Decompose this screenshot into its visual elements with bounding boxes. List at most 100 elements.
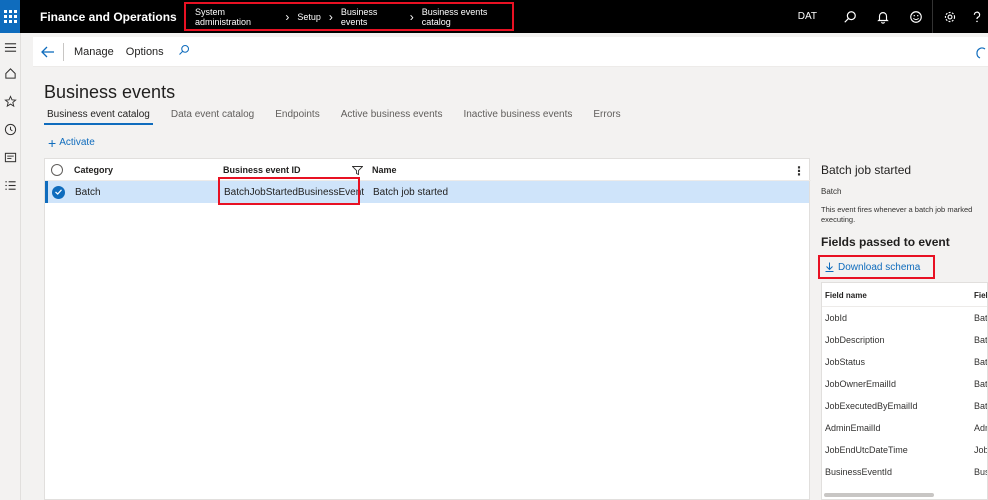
table-row[interactable]: Batch BatchJobStartedBusinessEvent Batch… (45, 177, 809, 205)
event-details-pane: Batch job started Batch This event fires… (812, 158, 988, 500)
options-tab[interactable]: Options (126, 46, 164, 58)
table-row[interactable]: JobId Batc (822, 307, 988, 329)
tab-business-event-catalog[interactable]: Business event catalog (44, 109, 153, 125)
field-name: AdminEmailId (825, 423, 881, 433)
fields-table: Field name Field JobId Batc JobDescriptio… (821, 282, 988, 500)
column-header-name[interactable]: Name (372, 159, 397, 181)
action-pane-divider (63, 42, 64, 61)
action-pane: Manage Options (33, 37, 988, 67)
horizontal-scrollbar[interactable] (824, 493, 934, 497)
breadcrumb-item-business-events[interactable]: Business events (341, 7, 402, 27)
field-name: JobStatus (825, 357, 866, 367)
download-icon (825, 262, 834, 272)
app-launcher-button[interactable] (0, 0, 20, 33)
menu-icon[interactable] (4, 41, 17, 54)
workspaces-icon[interactable] (4, 151, 17, 164)
refresh-button[interactable] (976, 46, 986, 64)
modules-list-icon[interactable] (4, 179, 17, 192)
breadcrumb-item-business-events-catalog[interactable]: Business events catalog (422, 7, 512, 27)
field-type: Adm (974, 423, 987, 433)
bell-icon (876, 11, 889, 24)
fields-heading: Fields passed to event (821, 235, 950, 249)
activate-label: Activate (59, 137, 95, 148)
table-row[interactable]: BusinessEventId Busi (822, 461, 987, 483)
back-button[interactable] (33, 46, 63, 58)
column-header-field-type[interactable]: Field (974, 291, 987, 300)
field-type: Batc (974, 357, 988, 367)
favorites-star-icon[interactable] (4, 95, 17, 108)
help-button[interactable] (966, 0, 988, 33)
table-row[interactable]: AdminEmailId Adm (822, 417, 987, 439)
feedback-button[interactable] (899, 0, 932, 33)
tab-active-business-events[interactable]: Active business events (338, 109, 446, 125)
company-picker[interactable]: DAT (798, 11, 817, 22)
tab-inactive-business-events[interactable]: Inactive business events (460, 109, 575, 125)
table-row[interactable]: JobEndUtcDateTime Job (822, 439, 988, 461)
table-row[interactable]: JobExecutedByEmailId Batc (822, 395, 988, 417)
field-name: BusinessEventId (825, 467, 893, 477)
grid-header: Category Business event ID Name ⋮ (45, 159, 811, 181)
recent-clock-icon[interactable] (4, 123, 17, 136)
fields-table-header: Field name Field (822, 283, 987, 307)
more-options-icon[interactable]: ⋮ (793, 164, 805, 178)
tab-list: Business event catalog Data event catalo… (44, 109, 639, 125)
column-header-field-name[interactable]: Field name (825, 291, 867, 300)
chevron-right-icon: › (409, 9, 414, 24)
help-icon (973, 11, 981, 22)
top-bar: Finance and Operations System administra… (0, 0, 988, 33)
search-button[interactable] (833, 0, 866, 33)
notifications-button[interactable] (866, 0, 899, 33)
search-icon (178, 44, 189, 55)
waffle-icon (3, 10, 17, 23)
tab-endpoints[interactable]: Endpoints (272, 109, 322, 125)
cell-name[interactable]: Batch job started (373, 181, 448, 203)
page-title: Business events (44, 82, 176, 102)
action-search-button[interactable] (178, 43, 190, 61)
tab-errors[interactable]: Errors (590, 109, 623, 125)
download-schema-label: Download schema (838, 261, 921, 273)
smiley-icon (909, 10, 922, 23)
business-events-grid: Category Business event ID Name ⋮ Batch … (44, 158, 811, 500)
details-title: Batch job started (821, 163, 912, 177)
breadcrumb-item-setup[interactable]: Setup (297, 12, 321, 22)
settings-button[interactable] (933, 0, 966, 33)
row-selected-check[interactable] (52, 181, 65, 203)
field-type: Job (974, 445, 988, 455)
field-type: Busi (974, 467, 987, 477)
field-name: JobExecutedByEmailId (825, 401, 918, 411)
home-icon[interactable] (4, 67, 17, 80)
field-type: Batc (974, 313, 988, 323)
field-name: JobDescription (825, 335, 885, 345)
table-row[interactable]: JobOwnerEmailId Batc (822, 373, 988, 395)
highlight-box (218, 177, 360, 205)
breadcrumb: System administration › Setup › Business… (184, 2, 514, 31)
manage-tab[interactable]: Manage (74, 46, 114, 58)
arrow-left-icon (41, 46, 54, 57)
chevron-right-icon: › (328, 9, 333, 24)
field-name: JobId (825, 313, 848, 323)
field-type: Batc (974, 401, 988, 411)
field-name: JobEndUtcDateTime (825, 445, 908, 455)
checkmark-icon (55, 189, 62, 195)
details-description: This event fires whenever a batch job ma… (821, 205, 973, 224)
column-header-category[interactable]: Category (74, 159, 113, 181)
select-all-radio[interactable] (51, 159, 63, 181)
field-type: Batc (974, 379, 988, 389)
left-navigation (0, 33, 21, 500)
table-row[interactable]: JobStatus Batc (822, 351, 988, 373)
plus-icon: + (48, 134, 57, 151)
activate-button[interactable]: + Activate (48, 134, 95, 151)
gear-icon (944, 11, 955, 22)
refresh-icon (976, 47, 986, 59)
table-row[interactable]: JobDescription Batc (822, 329, 988, 351)
field-name: JobOwnerEmailId (825, 379, 897, 389)
details-category: Batch (821, 187, 842, 196)
download-schema-button[interactable]: Download schema (818, 255, 935, 279)
search-icon (843, 10, 856, 23)
cell-category[interactable]: Batch (75, 181, 101, 203)
tab-data-event-catalog[interactable]: Data event catalog (168, 109, 257, 125)
breadcrumb-item-system-administration[interactable]: System administration (195, 7, 277, 27)
field-type: Batc (974, 335, 988, 345)
app-title[interactable]: Finance and Operations (40, 10, 195, 24)
chevron-right-icon: › (285, 9, 290, 24)
